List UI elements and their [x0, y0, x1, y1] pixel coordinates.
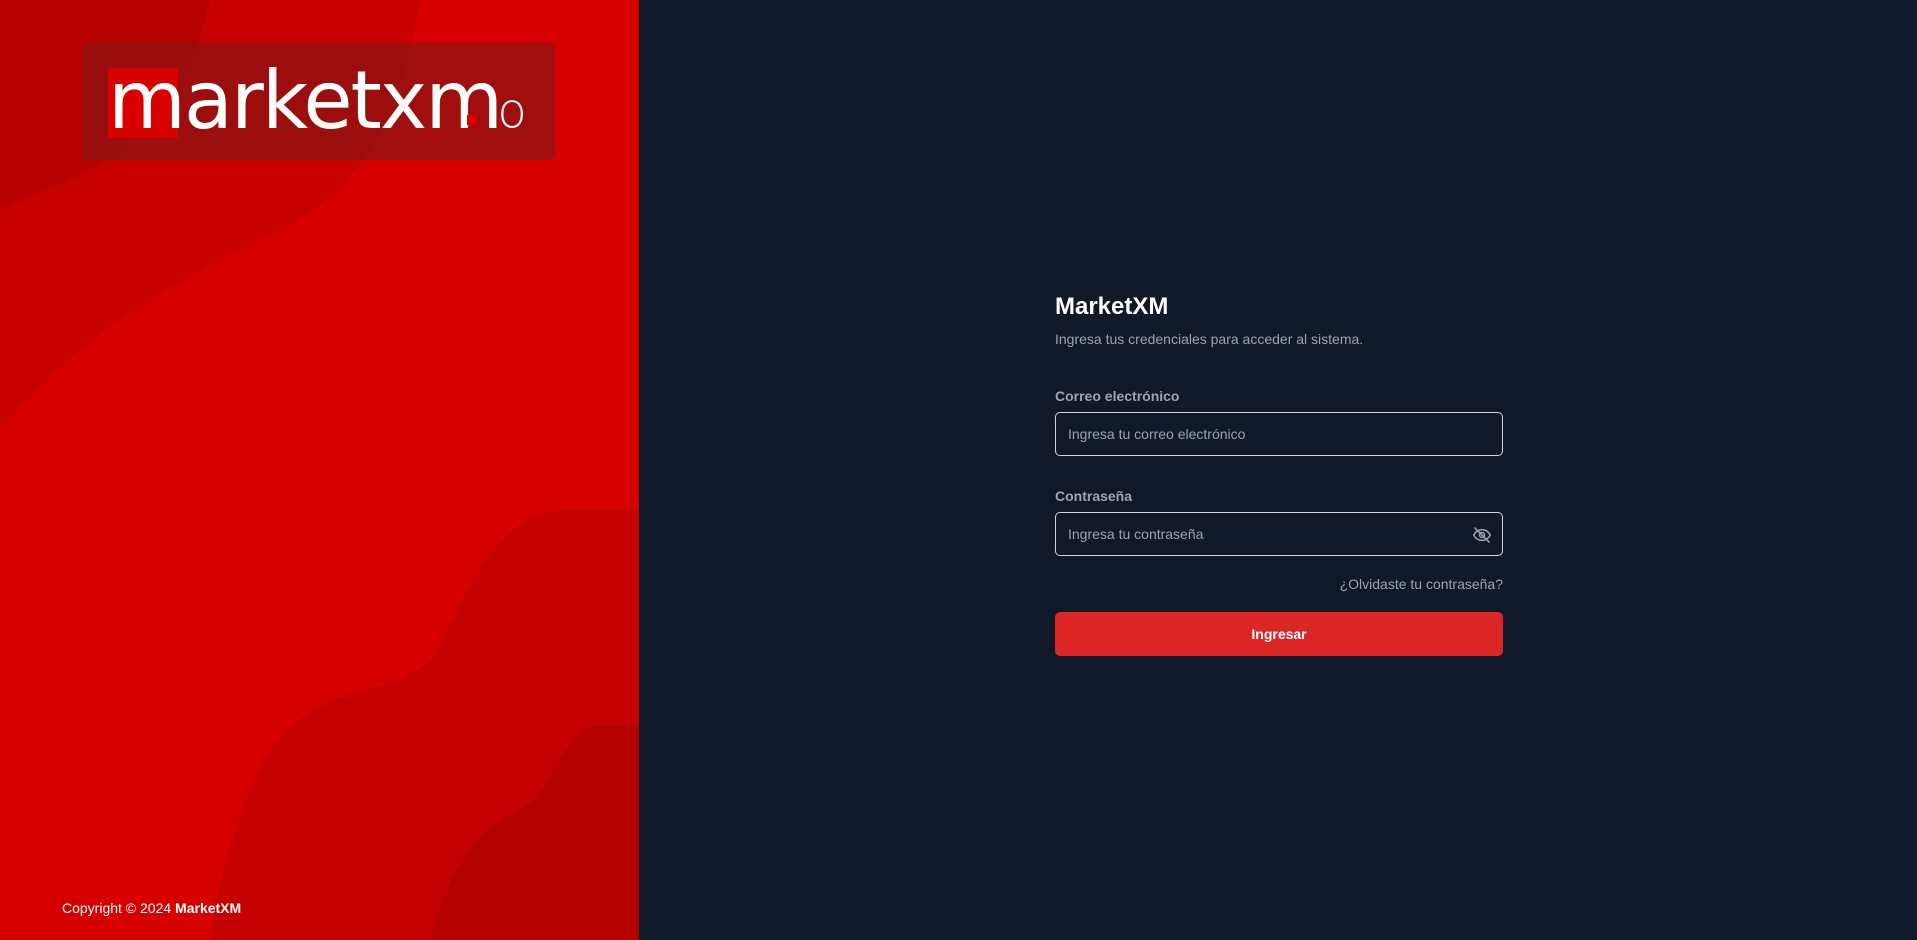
email-field[interactable]	[1056, 413, 1502, 455]
forgot-row: ¿Olvidaste tu contraseña?	[1055, 574, 1503, 595]
page-subtitle: Ingresa tus credenciales para acceder al…	[1055, 331, 1364, 347]
password-field[interactable]	[1056, 513, 1502, 555]
brand-panel: marketxm io Copyright © 2024 MarketXM	[0, 0, 639, 940]
login-form: MarketXM Ingresa tus credenciales para a…	[1055, 290, 1503, 656]
email-field-wrapper	[1055, 412, 1503, 456]
forgot-password-link[interactable]: ¿Olvidaste tu contraseña?	[1340, 576, 1503, 592]
password-field-wrapper	[1055, 512, 1503, 556]
password-label: Contraseña	[1055, 488, 1133, 504]
logo-wordmark: marketxm	[108, 54, 503, 147]
copyright-brand: MarketXM	[175, 900, 242, 916]
copyright-notice: Copyright © 2024 MarketXM	[62, 900, 241, 916]
logo-suffix: io	[484, 83, 527, 139]
logo-dot	[467, 115, 477, 125]
eye-off-icon[interactable]	[1472, 525, 1492, 545]
page-title: MarketXM	[1055, 293, 1169, 320]
brand-logo: marketxm io	[82, 43, 555, 160]
copyright-text: Copyright © 2024	[62, 900, 172, 916]
email-label: Correo electrónico	[1055, 388, 1180, 404]
login-button[interactable]: Ingresar	[1055, 612, 1503, 656]
